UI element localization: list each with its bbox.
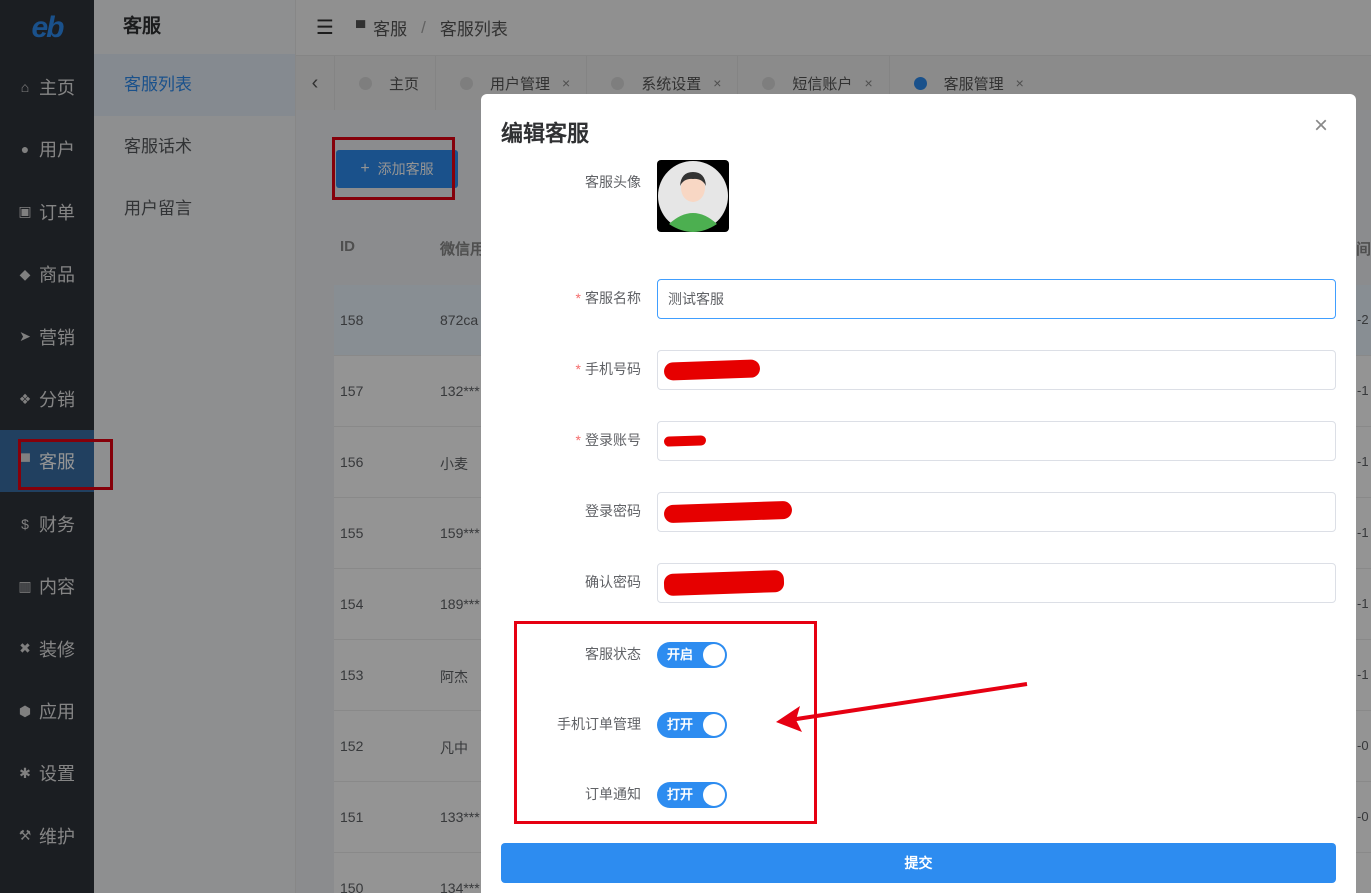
annotation-arrow [776,682,1028,732]
